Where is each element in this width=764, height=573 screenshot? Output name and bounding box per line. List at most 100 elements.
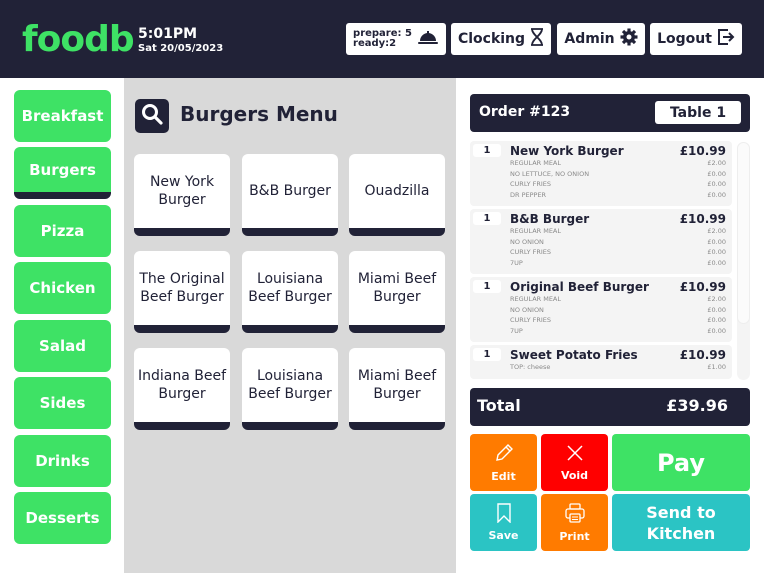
category-label: Salad [39, 337, 86, 355]
item-quantity: 1 [473, 348, 501, 361]
menu-item-card[interactable]: The Original Beef Burger [134, 251, 230, 333]
category-salad[interactable]: Salad [14, 320, 111, 372]
modifier-name: 7UP [510, 326, 523, 335]
menu-item-label: Indiana Beef Burger [137, 368, 227, 402]
clock-date: Sat 20/05/2023 [138, 43, 224, 54]
ready-count: ready:2 [353, 38, 397, 49]
modifier-price: £0.00 [707, 237, 726, 246]
category-burgers[interactable]: Burgers [14, 147, 111, 199]
item-modifier: NO ONION £0.00 [510, 305, 726, 316]
menu-item-card[interactable]: Miami Beef Burger [349, 251, 445, 333]
clocking-button[interactable]: Clocking [451, 23, 551, 55]
printer-icon [564, 502, 586, 528]
send-to-kitchen-button[interactable]: Send to Kitchen [612, 494, 750, 551]
menu-item-card[interactable]: New York Burger [134, 154, 230, 236]
edit-button[interactable]: Edit [470, 434, 537, 491]
item-name: Original Beef Burger [510, 280, 649, 294]
category-chicken[interactable]: Chicken [14, 262, 111, 314]
void-button[interactable]: Void [541, 434, 608, 491]
datetime: 5:01PM Sat 20/05/2023 [138, 26, 223, 55]
edit-label: Edit [491, 470, 516, 483]
menu-item-label: B&B Burger [249, 183, 331, 199]
menu-item-card[interactable]: Indiana Beef Burger [134, 348, 230, 430]
category-label: Chicken [29, 279, 96, 297]
logout-icon [717, 28, 735, 50]
orders-status-button[interactable]: prepare: 5 ready:2 [346, 23, 446, 55]
modifier-name: REGULAR MEAL [510, 227, 562, 235]
menu-item-label: Miami Beef Burger [357, 368, 437, 402]
menu-item-label: New York Burger [149, 174, 215, 208]
order-panel: Order #123 Table 1 1 New York Burger £10.… [456, 78, 764, 573]
order-header: Order #123 Table 1 [470, 94, 750, 132]
hourglass-icon [530, 28, 544, 50]
category-desserts[interactable]: Desserts [14, 492, 111, 544]
item-name: Sweet Potato Fries [510, 348, 638, 362]
pay-button[interactable]: Pay [612, 434, 750, 491]
menu-item-label: Louisiana Beef Burger [248, 271, 332, 305]
order-list-scrollbar[interactable] [737, 142, 750, 380]
modifier-price: £1.00 [707, 363, 726, 371]
item-quantity: 1 [473, 212, 501, 225]
modifier-name: DR PEPPER [510, 190, 547, 199]
modifier-price: £0.00 [707, 248, 726, 256]
category-drinks[interactable]: Drinks [14, 435, 111, 487]
modifier-price: £0.00 [707, 190, 726, 199]
order-items-list: 1 New York Burger £10.99 REGULAR MEAL £2.0… [470, 141, 732, 379]
pencil-icon [493, 442, 515, 468]
menu-item-label: Miami Beef Burger [357, 271, 437, 305]
admin-button[interactable]: Admin [557, 23, 645, 55]
total-label: Total [477, 396, 521, 415]
search-icon [140, 102, 164, 130]
item-modifier: 7UP £0.00 [510, 258, 726, 269]
menu-item-card[interactable]: Louisiana Beef Burger [242, 251, 338, 333]
modifier-price: £0.00 [707, 180, 726, 188]
search-button[interactable] [135, 99, 169, 133]
logout-button[interactable]: Logout [650, 23, 742, 55]
save-button[interactable]: Save [470, 494, 537, 551]
clocking-label: Clocking [457, 31, 526, 47]
modifier-price: £0.00 [707, 258, 726, 267]
category-breakfast[interactable]: Breakfast [14, 90, 111, 142]
order-item[interactable]: 1 Original Beef Burger £10.99 REGULAR MEA… [470, 277, 732, 342]
logout-label: Logout [657, 31, 712, 47]
modifier-name: NO ONION [510, 305, 544, 314]
modifier-name: REGULAR MEAL [510, 159, 562, 167]
menu-item-card[interactable]: Miami Beef Burger [349, 348, 445, 430]
item-modifier: REGULAR MEAL £2.00 [510, 294, 726, 305]
total-bar: Total £39.96 [470, 388, 750, 426]
item-name: B&B Burger [510, 212, 590, 226]
menu-item-card[interactable]: Louisiana Beef Burger [242, 348, 338, 430]
item-modifier: NO LETTUCE, NO ONION £0.00 [510, 169, 726, 180]
print-button[interactable]: Print [541, 494, 608, 551]
modifier-price: £0.00 [707, 305, 726, 314]
close-icon [565, 443, 585, 467]
save-label: Save [488, 529, 519, 542]
item-modifier: 7UP £0.00 [510, 326, 726, 337]
item-modifier: TOP: cheese £1.00 [510, 362, 726, 373]
send-to-kitchen-label: Send to Kitchen [646, 502, 716, 543]
order-item[interactable]: 1 New York Burger £10.99 REGULAR MEAL £2.0… [470, 141, 732, 206]
print-label: Print [559, 530, 590, 543]
category-sides[interactable]: Sides [14, 377, 111, 429]
void-label: Void [560, 469, 589, 482]
order-item[interactable]: 1 Sweet Potato Fries £10.99 TOP: cheese £1… [470, 345, 732, 379]
modifier-price: £2.00 [707, 295, 726, 303]
item-modifier: REGULAR MEAL £2.00 [510, 226, 726, 237]
menu-item-card[interactable]: Ouadzilla [349, 154, 445, 236]
category-label: Desserts [25, 509, 100, 527]
modifier-price: £0.00 [707, 169, 726, 178]
top-bar: foodb 5:01PM Sat 20/05/2023 prepare: 5 r… [0, 0, 764, 78]
item-modifier: DR PEPPER £0.00 [510, 190, 726, 201]
modifier-price: £0.00 [707, 316, 726, 324]
admin-label: Admin [564, 31, 615, 47]
logo-text: foodb [22, 19, 135, 60]
item-price: £10.99 [679, 280, 726, 294]
item-modifier: REGULAR MEAL £2.00 [510, 158, 726, 169]
category-pizza[interactable]: Pizza [14, 205, 111, 257]
menu-item-card[interactable]: B&B Burger [242, 154, 338, 236]
orders-status-text: prepare: 5 ready:2 [353, 29, 412, 49]
order-item[interactable]: 1 B&B Burger £10.99 REGULAR MEAL £2.00 NO … [470, 209, 732, 274]
scrollbar-thumb[interactable] [737, 142, 750, 324]
menu-item-label: Louisiana Beef Burger [248, 368, 332, 402]
table-selector[interactable]: Table 1 [655, 101, 741, 124]
